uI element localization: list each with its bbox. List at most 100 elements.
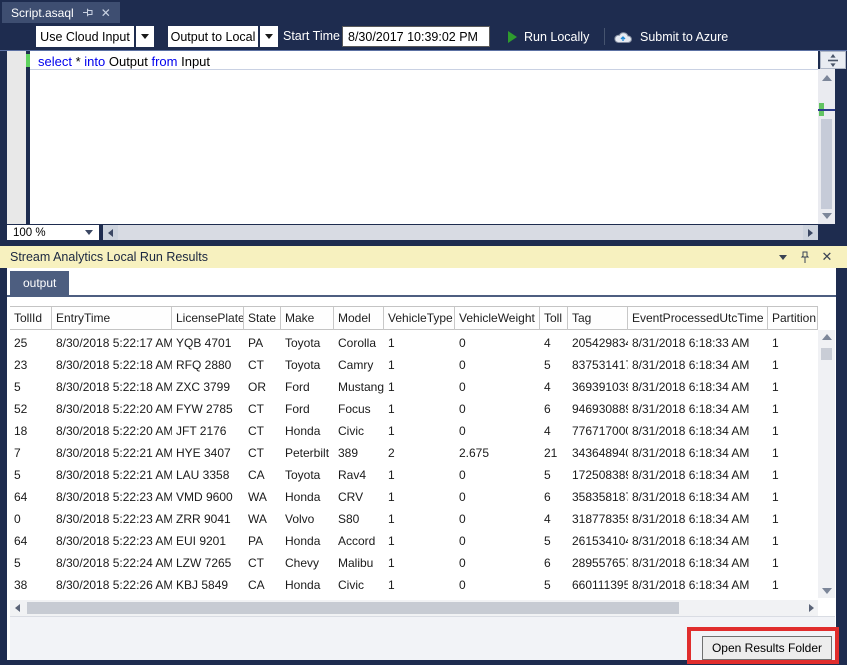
zoom-level-combo[interactable]: 100 % [7,225,99,240]
table-row[interactable]: 58/30/2018 5:22:24 AMLZW 7265CTChevyMali… [10,552,818,574]
code-line: select * into Output from Input [38,54,210,70]
scroll-down-icon[interactable] [822,588,832,594]
table-cell: 776717000 [568,420,628,442]
column-header-tollid[interactable]: TollId [10,307,52,330]
grid-horizontal-scrollbar[interactable] [10,600,818,616]
table-cell: 2 [384,442,455,464]
column-header-model[interactable]: Model [334,307,384,330]
table-cell: Volvo [281,508,334,530]
hscroll-left-button[interactable] [10,602,24,614]
table-row[interactable]: 188/30/2018 5:22:20 AMJFT 2176CTHondaCiv… [10,420,818,442]
hscroll-right-button[interactable] [803,225,818,240]
column-header-licenseplate[interactable]: LicensePlate [172,307,244,330]
panel-menu-button[interactable] [775,246,791,268]
column-header-partition[interactable]: Partition [768,307,818,330]
table-row[interactable]: 388/30/2018 5:22:26 AMKBJ 5849CAHondaCiv… [10,574,818,596]
table-row[interactable]: 08/30/2018 5:22:23 AMZRR 9041WAVolvoS801… [10,508,818,530]
table-cell: 0 [455,552,540,574]
table-cell: 8/31/2018 6:18:34 AM [628,574,768,596]
run-locally-button[interactable]: Run Locally [508,23,589,50]
table-cell: JFT 2176 [172,420,244,442]
tab-output[interactable]: output [10,271,69,295]
table-row[interactable]: 648/30/2018 5:22:23 AMVMD 9600WAHondaCRV… [10,486,818,508]
column-header-toll[interactable]: Toll [540,307,568,330]
table-cell: 8/31/2018 6:18:34 AM [628,530,768,552]
table-cell: 1 [384,486,455,508]
output-combo-arrow[interactable] [260,26,278,47]
table-cell: ZRR 9041 [172,508,244,530]
table-row[interactable]: 78/30/2018 5:22:21 AMHYE 3407CTPeterbilt… [10,442,818,464]
table-row[interactable]: 58/30/2018 5:22:21 AMLAU 3358CAToyotaRav… [10,464,818,486]
cloud-input-combo[interactable]: Use Cloud Input [36,26,134,47]
column-header-eventprocessedutctime[interactable]: EventProcessedUtcTime [628,307,768,330]
table-cell: 946930889 [568,398,628,420]
tab-script-asaql[interactable]: Script.asaql ✕ [2,2,120,23]
hscroll-left-button[interactable] [103,225,118,240]
table-row[interactable]: 238/30/2018 5:22:18 AMRFQ 2880CTToyotaCa… [10,354,818,376]
editor-split-handle[interactable] [820,51,846,69]
column-header-tag[interactable]: Tag [568,307,628,330]
table-cell: 2.675 [455,442,540,464]
scroll-down-icon[interactable] [822,213,832,219]
table-cell: 1 [768,464,818,486]
tab-close-icon[interactable]: ✕ [101,7,111,19]
table-cell: 7 [10,442,52,464]
scrollbar-thumb[interactable] [821,348,832,360]
table-cell: 1 [768,332,818,354]
column-header-vehicleweight[interactable]: VehicleWeight [455,307,540,330]
editor-indicator-margin[interactable] [7,51,26,224]
column-header-entrytime[interactable]: EntryTime [52,307,172,330]
table-cell: PA [244,530,281,552]
grid-vertical-scrollbar[interactable] [818,330,835,598]
table-cell: 1 [384,398,455,420]
arrow-left-icon [108,229,113,237]
table-cell: CT [244,420,281,442]
table-cell: Toyota [281,464,334,486]
table-row[interactable]: 58/30/2018 5:22:18 AMZXC 3799ORFordMusta… [10,376,818,398]
pin-icon[interactable] [82,7,93,18]
results-panel-title: Stream Analytics Local Run Results [10,250,208,264]
cloud-upload-icon [614,30,633,44]
table-row[interactable]: 258/30/2018 5:22:17 AMYQB 4701PAToyotaCo… [10,332,818,354]
cloud-input-combo-label: Use Cloud Input [40,30,130,44]
table-cell: 21 [540,442,568,464]
panel-pin-button[interactable] [797,246,813,268]
table-cell: CT [244,442,281,464]
panel-close-button[interactable]: ✕ [819,246,835,268]
table-cell: Peterbilt [281,442,334,464]
table-cell: 8/30/2018 5:22:24 AM [52,552,172,574]
tab-title: Script.asaql [11,6,74,20]
scroll-up-icon[interactable] [822,75,832,81]
column-header-make[interactable]: Make [281,307,334,330]
editor-horizontal-scrollbar[interactable] [118,225,803,240]
hscroll-right-button[interactable] [804,602,818,614]
editor-vertical-scrollbar[interactable] [818,69,835,225]
table-cell: 289557657 [568,552,628,574]
scrollbar-thumb[interactable] [821,119,832,209]
table-cell: LZW 7265 [172,552,244,574]
table-cell: 0 [455,464,540,486]
table-row[interactable]: 648/30/2018 5:22:23 AMEUI 9201PAHondaAcc… [10,530,818,552]
results-panel: output TollIdEntryTimeLicensePlateStateM… [0,268,847,665]
zoom-level-value: 100 % [13,227,46,239]
table-row[interactable]: 528/30/2018 5:22:20 AMFYW 2785CTFordFocu… [10,398,818,420]
table-cell: 5 [540,574,568,596]
scrollbar-thumb[interactable] [27,602,679,614]
submit-to-azure-button[interactable]: Submit to Azure [614,23,728,50]
grid-body[interactable]: 258/30/2018 5:22:17 AMYQB 4701PAToyotaCo… [10,330,818,600]
editor-text-area[interactable]: select * into Output from Input [30,51,818,224]
toolbar-separator [604,28,605,45]
play-icon [508,31,517,43]
table-cell: EUI 9201 [172,530,244,552]
column-header-state[interactable]: State [244,307,281,330]
table-cell: CRV [334,486,384,508]
code-editor: select * into Output from Input [0,50,847,224]
column-header-vehicletype[interactable]: VehicleType [384,307,455,330]
scroll-up-icon[interactable] [822,334,832,340]
table-cell: 5 [10,552,52,574]
tab-output-label: output [23,276,56,290]
start-time-input[interactable] [342,26,490,47]
cloud-input-combo-arrow[interactable] [136,26,154,47]
output-combo[interactable]: Output to Local [168,26,258,47]
table-cell: 8/31/2018 6:18:34 AM [628,354,768,376]
